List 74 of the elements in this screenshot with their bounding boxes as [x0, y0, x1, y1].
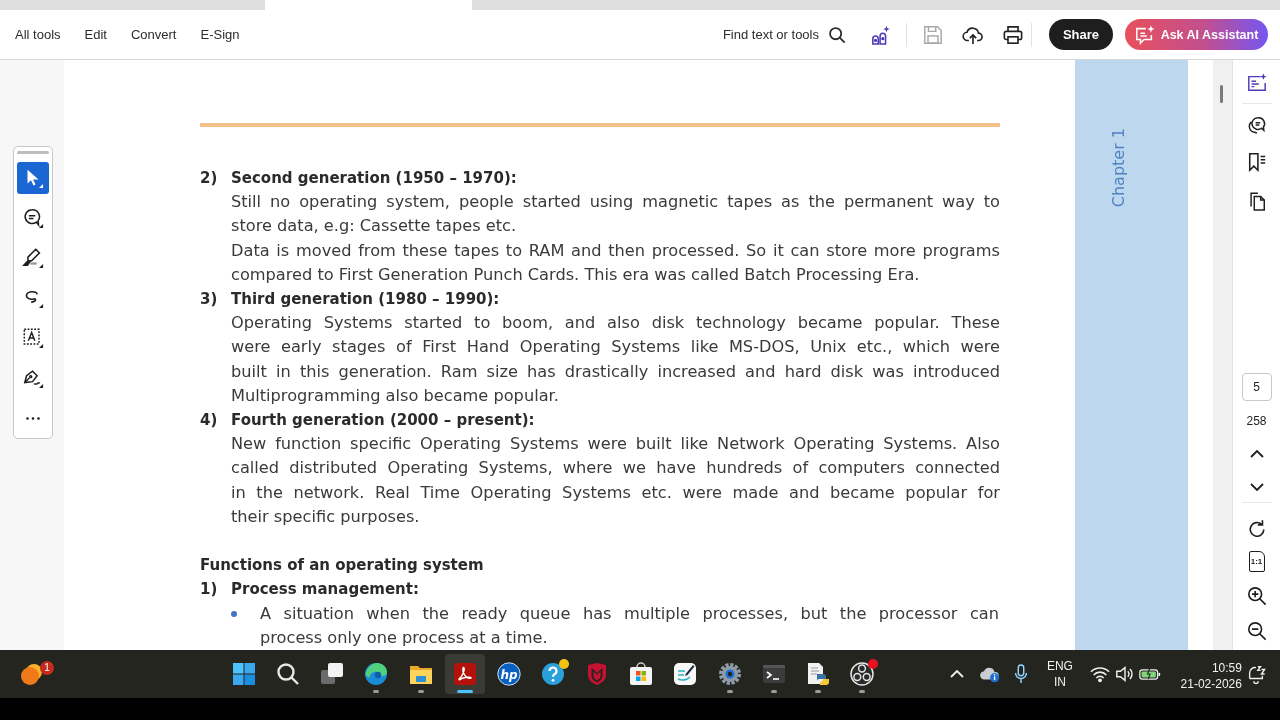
chevron-up-icon [949, 670, 964, 678]
share-button[interactable]: Share [1049, 19, 1113, 50]
scrollbar-track[interactable] [1213, 60, 1232, 650]
cloud-upload-icon [962, 24, 984, 45]
chapter-label: Chapter 1 [1109, 128, 1128, 208]
paragraph: New function specific Operating Systems were built like Network Operating Systems. Also called distributed Operating Systems, where we have hundreds of computers connected in the network. Real Time Operating Systems etc. were made and became popular for their specific purposes. [231, 433, 1000, 528]
list-number: 1) [200, 579, 219, 601]
overlapping-squares-icon [320, 662, 345, 686]
zoom-out-icon [1246, 621, 1267, 641]
page-count: 258 [1246, 413, 1267, 430]
comment-bubble-icon [22, 207, 44, 229]
notification-badge: 1 [40, 661, 54, 675]
text-box-icon [22, 327, 44, 349]
speech-bubbles-icon [1246, 115, 1267, 135]
language-button[interactable]: ENG IN [1044, 654, 1075, 694]
sparkle-chat-icon [1134, 24, 1155, 45]
print-button[interactable] [1002, 23, 1024, 46]
find-tools-button[interactable]: Find text or tools [722, 25, 846, 44]
search-icon [828, 25, 846, 44]
taskbar-button[interactable]: hp [488, 654, 529, 694]
disc-logo: hp [496, 662, 521, 686]
sparkle-card-icon [1246, 73, 1267, 93]
paragraph: Still no operating system, people started using magnetic tapes as the permanent way to store data, e.g: Cassette tapes etc. [231, 191, 1000, 238]
bullet-text: A situation when the ready queue has multiple processes, but the processor can process only one process at a time. [260, 602, 999, 649]
paragraph: Data is moved from these tapes to RAM and then processed. So it can store more programs compared to First Generation Punch Cards. This era was called Batch Processing Era. [231, 239, 1000, 286]
rotate-icon [1246, 519, 1267, 539]
more-icon [26, 416, 40, 420]
scrollbar-thumb[interactable] [1220, 85, 1223, 103]
section-heading: Functions of an operating system [200, 555, 485, 577]
ai-panel-button[interactable] [1245, 73, 1268, 93]
swirl-icon [364, 662, 389, 686]
pen-note-icon [673, 662, 698, 686]
actual-size-button[interactable]: 1:1 [1248, 551, 1265, 572]
four-pane-icon [232, 662, 256, 686]
printer-icon [1003, 24, 1023, 45]
script-file-icon [805, 662, 830, 686]
menu-item[interactable]: Edit [84, 23, 107, 46]
list-number: 2) [200, 168, 219, 189]
menu-item[interactable]: E-Sign [200, 23, 240, 46]
highlighter-icon [22, 247, 44, 269]
item-heading: Second generation (1950 – 1970): [231, 168, 518, 189]
wifi-icon [1089, 664, 1110, 684]
search-icon [276, 662, 301, 686]
zoom-out-button[interactable] [1245, 621, 1268, 641]
zoom-in-icon [1246, 586, 1267, 606]
taskbar-button[interactable] [444, 654, 485, 694]
pen-nib-icon [22, 367, 44, 389]
shopping-bag-icon [629, 662, 654, 686]
chevron-up-icon [1249, 450, 1264, 458]
zoom-in-button[interactable] [1245, 586, 1268, 606]
item-heading: Fourth generation (2000 – present): [231, 410, 536, 432]
paragraph: Operating Systems started to boom, and also disk technology became popular. These were early stages of First Hand Operating Systems like MS-DOS, Unix etc., which were built in this generation. Ram size has drastically increased and hard disk was introduced Multiprogramming also became popular. [231, 312, 1000, 407]
ring-logo-icon [849, 662, 874, 686]
item-heading: Process management: [231, 579, 420, 601]
gear-icon [717, 662, 742, 686]
bullet-icon [231, 610, 237, 617]
sparkle-tools-button[interactable] [870, 23, 892, 46]
terminal-icon [761, 662, 786, 686]
help-icon [541, 662, 565, 686]
menu-item[interactable]: Convert [130, 23, 177, 46]
menu-item[interactable]: All tools [15, 23, 61, 46]
list-number: 4) [200, 410, 219, 432]
bookmark-list-icon [1246, 152, 1267, 172]
speaker-icon [1114, 664, 1135, 684]
list-number: 3) [200, 289, 219, 310]
page-number-field[interactable]: 5 [1241, 373, 1272, 401]
drag-handle[interactable] [17, 151, 49, 154]
clock-button[interactable]: 10:59 21-02-2026 [1175, 654, 1242, 694]
sparkle-tools-icon [871, 24, 891, 45]
pdf-icon [452, 662, 477, 686]
ask-ai-button[interactable]: Ask AI Assistant [1125, 19, 1268, 50]
chevron-down-icon [1249, 483, 1264, 491]
item-heading: Third generation (1980 – 1990): [231, 289, 501, 310]
sun-icon [20, 662, 44, 686]
